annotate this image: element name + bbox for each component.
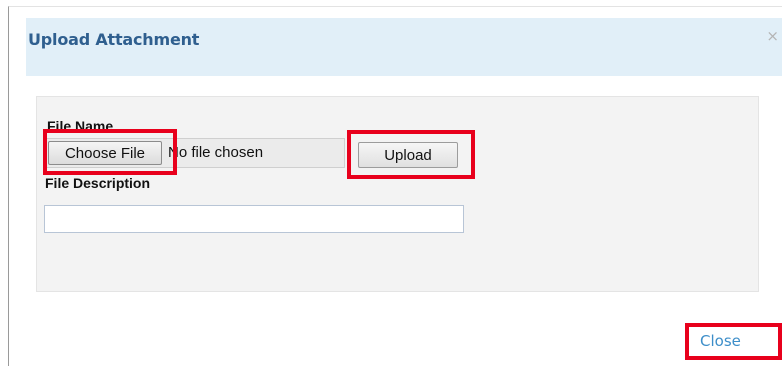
upload-form-panel: File Name Choose File No file chosen Upl… (36, 96, 759, 292)
no-file-chosen-text: No file chosen (168, 144, 264, 161)
dialog-title: Upload Attachment (28, 30, 200, 49)
close-icon[interactable]: × (766, 27, 779, 45)
file-description-label: File Description (45, 175, 151, 191)
close-button[interactable]: Close (700, 332, 741, 350)
upload-button[interactable]: Upload (358, 142, 458, 168)
dialog-header: Upload Attachment × (26, 18, 782, 76)
file-description-input[interactable] (44, 205, 464, 233)
file-input[interactable]: Choose File No file chosen (45, 138, 345, 168)
file-name-label: File Name (47, 118, 114, 134)
choose-file-button[interactable]: Choose File (48, 141, 162, 165)
